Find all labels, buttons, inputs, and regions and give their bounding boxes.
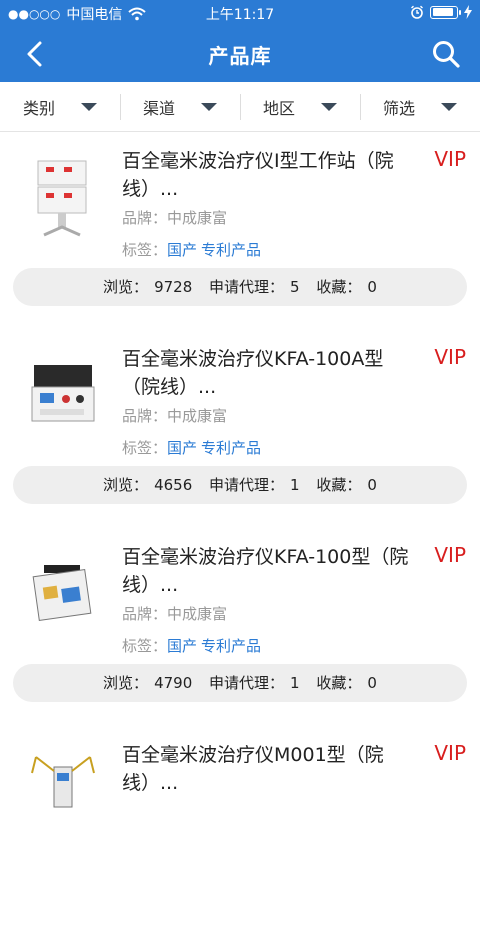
brand-value: 中成康富 [167, 605, 228, 623]
filter-region[interactable]: 地区 [240, 82, 360, 131]
product-brand: 品牌：中成康富 [122, 207, 227, 228]
vip-badge: VIP [434, 147, 466, 171]
brand-value: 中成康富 [167, 209, 228, 227]
product-image [14, 149, 110, 245]
tags-label: 标签： [122, 637, 168, 655]
status-right [410, 5, 472, 19]
tags-label: 标签： [122, 241, 168, 259]
product-list: 百全毫米波治疗仪I型工作站（院线）... VIP 品牌：中成康富 标签：国产 专利… [0, 133, 480, 925]
product-brand: 品牌：中成康富 [122, 405, 227, 426]
dropdown-triangle-icon [201, 102, 217, 111]
product-card[interactable]: 百全毫米波治疗仪KFA-100型（院线）... VIP 品牌：中成康富 标签：国… [0, 529, 480, 727]
filter-category-label: 类别 [22, 98, 55, 118]
favorites-label: 收藏： 0 [316, 674, 377, 692]
agency-label: 申请代理： 1 [209, 476, 300, 494]
filter-more-label: 筛选 [382, 98, 415, 118]
filter-category[interactable]: 类别 [0, 82, 120, 131]
product-card[interactable]: 百全毫米波治疗仪M001型（院线）... VIP [0, 727, 480, 925]
favorites-label: 收藏： 0 [316, 278, 377, 296]
product-stats: 浏览： 9728 申请代理： 5 收藏： 0 [13, 268, 467, 306]
status-bar: ●●○○○ 中国电信 上午11:17 [0, 0, 480, 26]
dropdown-triangle-icon [321, 102, 337, 111]
tag-item[interactable]: 国产 [167, 439, 197, 457]
filter-more[interactable]: 筛选 [360, 82, 480, 131]
agency-label: 申请代理： 5 [209, 278, 300, 296]
agency-label: 申请代理： 1 [209, 674, 300, 692]
product-card[interactable]: 百全毫米波治疗仪I型工作站（院线）... VIP 品牌：中成康富 标签：国产 专利… [0, 133, 480, 331]
product-image [14, 743, 110, 839]
views-label: 浏览： 9728 [103, 278, 193, 296]
tag-item[interactable]: 国产 [167, 637, 197, 655]
product-tags: 标签：国产 专利产品 [122, 239, 265, 260]
charging-icon [464, 5, 472, 19]
nav-bar: 产品库 [0, 26, 480, 82]
brand-label: 品牌： [122, 605, 168, 623]
product-name[interactable]: 百全毫米波治疗仪KFA-100A型（院线）... [122, 345, 418, 401]
product-name[interactable]: 百全毫米波治疗仪I型工作站（院线）... [122, 147, 418, 203]
product-stats: 浏览： 4790 申请代理： 1 收藏： 0 [13, 664, 467, 702]
dropdown-triangle-icon [81, 102, 97, 111]
tag-item[interactable]: 专利产品 [201, 439, 261, 457]
filter-region-label: 地区 [262, 98, 295, 118]
tag-item[interactable]: 专利产品 [201, 637, 261, 655]
product-name[interactable]: 百全毫米波治疗仪KFA-100型（院线）... [122, 543, 418, 599]
brand-label: 品牌： [122, 407, 168, 425]
product-stats: 浏览： 4656 申请代理： 1 收藏： 0 [13, 466, 467, 504]
vip-badge: VIP [434, 741, 466, 765]
filter-channel[interactable]: 渠道 [120, 82, 240, 131]
product-image [14, 545, 110, 641]
dropdown-triangle-icon [441, 102, 457, 111]
product-tags: 标签：国产 专利产品 [122, 635, 265, 656]
views-label: 浏览： 4656 [103, 476, 193, 494]
battery-level [432, 8, 453, 16]
tag-item[interactable]: 国产 [167, 241, 197, 259]
brand-value: 中成康富 [167, 407, 228, 425]
product-name[interactable]: 百全毫米波治疗仪M001型（院线）... [122, 741, 418, 797]
vip-badge: VIP [434, 345, 466, 369]
filter-bar: 类别 渠道 地区 筛选 [0, 82, 480, 132]
product-card[interactable]: 百全毫米波治疗仪KFA-100A型（院线）... VIP 品牌：中成康富 标签：… [0, 331, 480, 529]
filter-channel-label: 渠道 [142, 98, 175, 118]
page-title: 产品库 [208, 44, 272, 68]
search-icon [433, 41, 460, 68]
product-image [14, 347, 110, 443]
favorites-label: 收藏： 0 [316, 476, 377, 494]
vip-badge: VIP [434, 543, 466, 567]
product-tags: 标签：国产 专利产品 [122, 437, 265, 458]
battery-icon [430, 5, 461, 19]
search-button[interactable] [430, 38, 462, 70]
tags-label: 标签： [122, 439, 168, 457]
alarm-icon [411, 5, 423, 19]
status-time: 上午11:17 [205, 7, 275, 23]
tag-item[interactable]: 专利产品 [201, 241, 261, 259]
brand-label: 品牌： [122, 209, 168, 227]
product-brand: 品牌：中成康富 [122, 603, 227, 624]
views-label: 浏览： 4790 [103, 674, 193, 692]
